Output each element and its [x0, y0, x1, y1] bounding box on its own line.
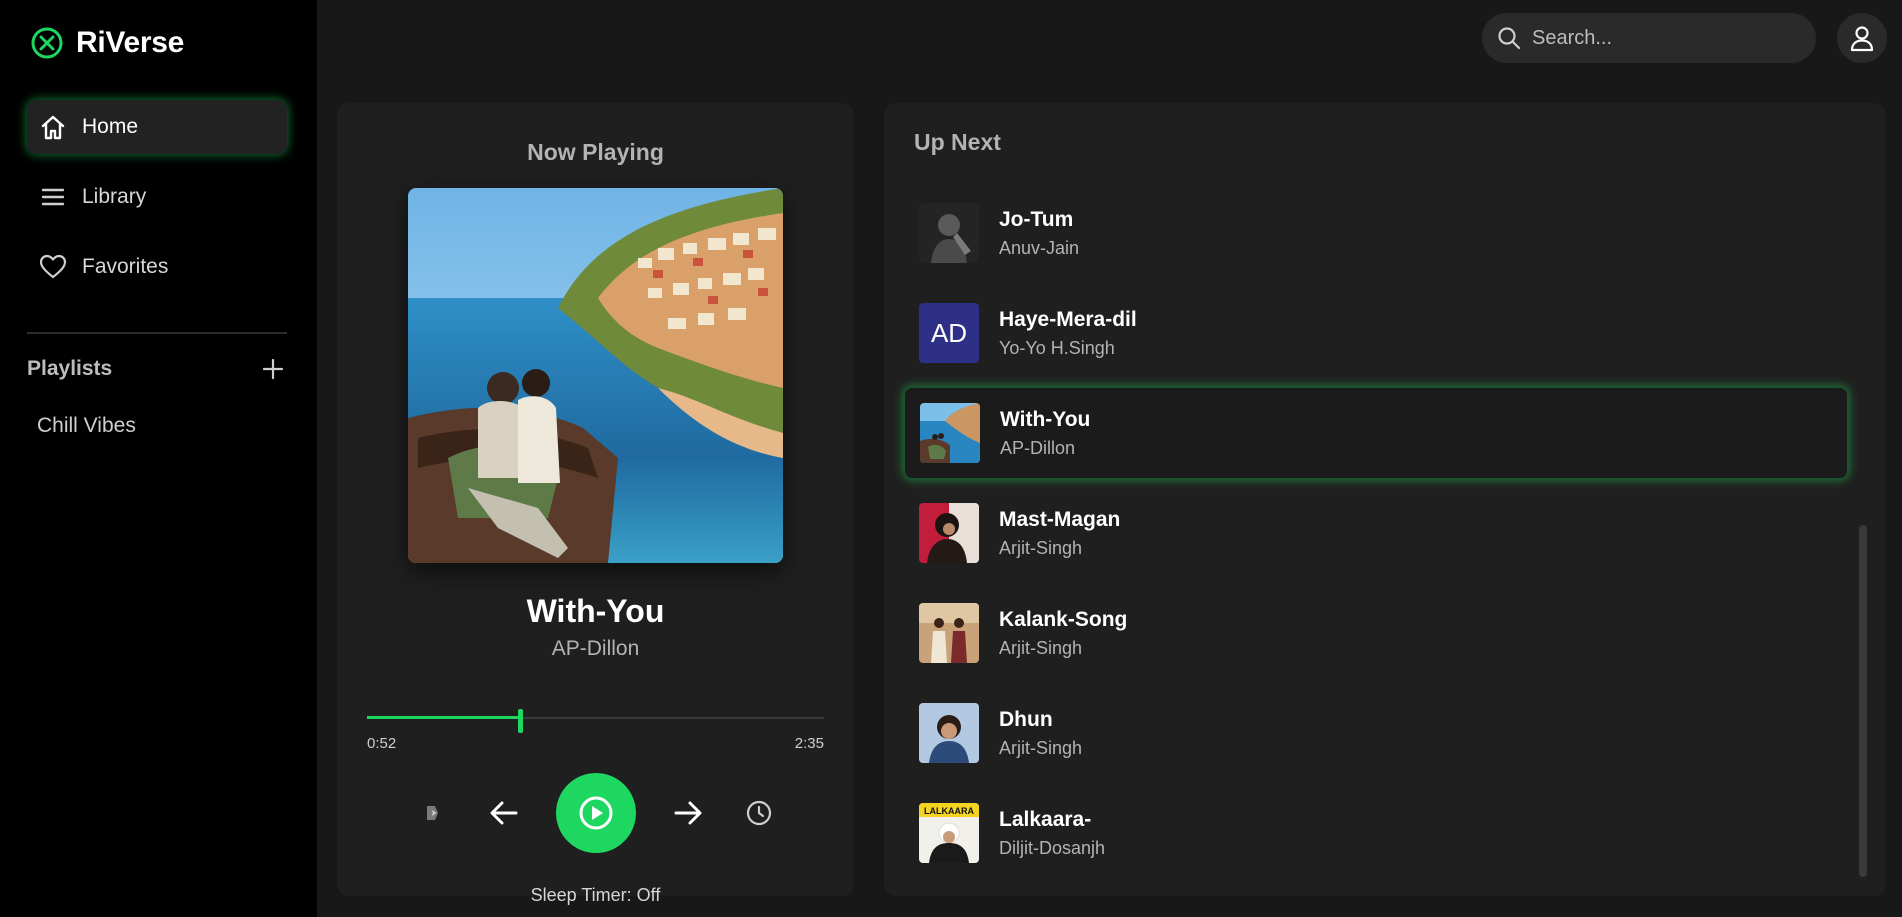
play-button[interactable]: [555, 773, 636, 853]
album-art-image: [408, 188, 783, 563]
queue-item-artist: Arjit-Singh: [999, 637, 1083, 658]
playlists-header: Playlists: [27, 354, 287, 384]
plus-icon: [262, 358, 284, 380]
sidebar-item-library[interactable]: Library: [27, 170, 287, 224]
queue-list: Jo-Tum Anuv-Jain AD Haye-Mera-dil Yo-Yo …: [904, 187, 1848, 887]
progress-thumb[interactable]: [518, 709, 524, 733]
shuffle-button[interactable]: [418, 798, 448, 828]
sidebar: RiVerse Home Library Favorites Playlists…: [0, 0, 317, 917]
queue-item-current[interactable]: With-You AP-Dillon: [904, 387, 1848, 479]
now-playing-heading: Now Playing: [527, 139, 664, 165]
track-thumbnail: [919, 503, 979, 563]
queue-item[interactable]: AD Haye-Mera-dil Yo-Yo H.Singh: [904, 287, 1848, 379]
queue-item[interactable]: Kalank-Song Arjit-Singh: [904, 587, 1848, 679]
queue-item-title: Mast-Magan: [999, 507, 1121, 531]
track-thumbnail: [919, 603, 979, 663]
queue-item-artist: Yo-Yo H.Singh: [999, 337, 1115, 358]
sidebar-item-favorites[interactable]: Favorites: [27, 240, 287, 294]
queue-item[interactable]: Mast-Magan Arjit-Singh: [904, 487, 1848, 579]
track-thumbnail: LALKAARA: [919, 803, 979, 863]
track-thumbnail-initials: AD: [919, 303, 979, 363]
sidebar-item-home[interactable]: Home: [27, 100, 287, 154]
user-icon: [1850, 26, 1874, 52]
search-bar[interactable]: [1482, 13, 1816, 63]
next-button[interactable]: [668, 793, 708, 833]
heart-icon: [38, 252, 68, 282]
thumbnail-logo-text: LALKAARA: [924, 806, 974, 816]
track-title: With-You: [526, 593, 665, 629]
current-time: 0:52: [367, 735, 397, 752]
sleep-timer-button[interactable]: [744, 798, 774, 828]
queue-item-title: Kalank-Song: [999, 607, 1128, 631]
search-input[interactable]: [1532, 26, 1802, 50]
arrow-left-icon: [490, 801, 517, 825]
logo-icon: [31, 27, 63, 59]
playlist-item[interactable]: Chill Vibes: [37, 414, 136, 438]
now-playing-card: Now Playing With-You AP-Dillon 0:52 2:35…: [337, 103, 854, 905]
queue-item-title: Haye-Mera-dil: [999, 307, 1137, 331]
track-thumbnail: [919, 703, 979, 763]
progress-slider[interactable]: [367, 709, 824, 733]
clock-icon: [746, 800, 771, 826]
queue-item[interactable]: LALKAARA Lalkaara- Diljit-Dosanjh: [904, 787, 1848, 879]
track-thumbnail: [919, 203, 979, 263]
arrow-right-icon: [674, 801, 701, 825]
total-time: 2:35: [794, 735, 824, 752]
sidebar-item-label: Library: [82, 185, 147, 208]
home-icon: [38, 112, 68, 142]
sidebar-item-label: Home: [82, 115, 139, 138]
add-playlist-button[interactable]: [259, 355, 287, 383]
queue-item[interactable]: Jo-Tum Anuv-Jain: [904, 187, 1848, 279]
sidebar-divider: [27, 332, 287, 334]
sleep-timer-status: Sleep Timer: Off: [530, 885, 661, 905]
album-art: [408, 188, 783, 563]
brand[interactable]: RiVerse: [30, 26, 184, 60]
track-artist[interactable]: AP-Dillon: [337, 637, 854, 661]
queue-item[interactable]: Dhun Arjit-Singh: [904, 687, 1848, 779]
queue-item-artist: Diljit-Dosanjh: [999, 837, 1106, 858]
play-icon: [579, 796, 612, 830]
app-name: RiVerse: [76, 26, 184, 59]
queue-item-artist: Arjit-Singh: [999, 737, 1083, 758]
previous-button[interactable]: [484, 793, 524, 833]
sidebar-item-label: Favorites: [82, 255, 169, 278]
track-thumbnail: [920, 403, 980, 463]
playlists-title: Playlists: [27, 357, 113, 380]
queue-item-title: Lalkaara-: [999, 807, 1092, 831]
shuffle-icon: [426, 806, 438, 820]
queue-item-artist: Arjit-Singh: [999, 537, 1083, 558]
progress-fill: [367, 716, 521, 719]
queue-item-title: With-You: [1000, 407, 1091, 431]
queue-item-title: Dhun: [999, 707, 1053, 731]
up-next-heading: Up Next: [914, 129, 1001, 155]
main-nav: Home Library Favorites: [27, 100, 287, 310]
queue-scrollbar[interactable]: [1859, 525, 1867, 877]
user-profile-button[interactable]: [1837, 13, 1887, 63]
menu-icon: [38, 182, 68, 212]
queue-item-artist: Anuv-Jain: [999, 237, 1080, 258]
search-icon: [1498, 27, 1521, 50]
playback-controls: [337, 773, 854, 853]
up-next-card: Up Next Jo-Tum Anuv-Jain AD Haye-Mera-di…: [884, 103, 1886, 896]
queue-item-artist: AP-Dillon: [1000, 437, 1076, 458]
queue-item-title: Jo-Tum: [999, 207, 1074, 231]
